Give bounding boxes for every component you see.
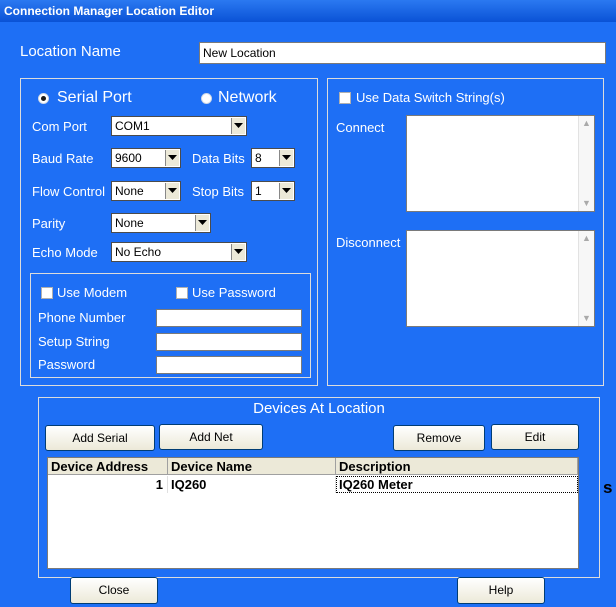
disconnect-label: Disconnect <box>336 235 401 250</box>
add-net-button[interactable]: Add Net <box>159 424 263 450</box>
edit-label: Edit <box>524 430 546 444</box>
add-serial-label: Add Serial <box>72 431 128 445</box>
column-header-description[interactable]: Description <box>336 458 578 475</box>
chevron-down-icon[interactable] <box>279 150 293 166</box>
com-port-value: COM1 <box>115 119 150 133</box>
data-bits-select[interactable]: 8 <box>251 148 295 168</box>
flow-control-select[interactable]: None <box>111 181 181 201</box>
connect-scrollbar[interactable]: ▲ ▼ <box>578 116 594 211</box>
scroll-up-icon[interactable]: ▲ <box>580 117 593 130</box>
use-data-switch-label: Use Data Switch String(s) <box>356 90 505 105</box>
location-name-input[interactable]: New Location <box>199 42 606 64</box>
scroll-down-icon[interactable]: ▼ <box>580 197 593 210</box>
location-name-label: Location Name <box>20 43 121 60</box>
help-label: Help <box>488 583 514 597</box>
connect-textarea[interactable]: ▲ ▼ <box>406 115 595 212</box>
remove-button[interactable]: Remove <box>393 425 485 451</box>
flow-control-label: Flow Control <box>32 184 105 199</box>
baud-rate-select[interactable]: 9600 <box>111 148 181 168</box>
use-modem-label: Use Modem <box>57 285 128 300</box>
close-label: Close <box>98 583 130 597</box>
phone-number-label: Phone Number <box>38 310 126 325</box>
data-bits-label: Data Bits <box>192 151 245 166</box>
edit-button[interactable]: Edit <box>491 424 579 450</box>
parity-value: None <box>115 216 144 230</box>
scroll-down-icon[interactable]: ▼ <box>580 312 593 325</box>
serial-port-radio[interactable] <box>38 93 49 104</box>
password-label: Password <box>38 357 96 372</box>
chevron-down-icon[interactable] <box>165 183 179 199</box>
use-password-label: Use Password <box>192 285 276 300</box>
connect-label: Connect <box>336 120 385 135</box>
chevron-down-icon[interactable] <box>231 244 245 260</box>
com-port-select[interactable]: COM1 <box>111 116 247 136</box>
serial-port-label: Serial Port <box>57 89 132 106</box>
add-serial-button[interactable]: Add Serial <box>45 425 155 451</box>
data-bits-value: 8 <box>255 151 262 165</box>
close-button[interactable]: Close <box>70 577 158 604</box>
cell-description: IQ260 Meter <box>336 476 578 493</box>
network-radio[interactable] <box>201 93 212 104</box>
title-bar: Connection Manager Location Editor <box>0 0 616 22</box>
use-data-switch-checkbox[interactable] <box>339 92 351 104</box>
setup-string-label: Setup String <box>38 334 110 349</box>
use-modem-checkbox[interactable] <box>41 287 53 299</box>
remove-label: Remove <box>416 431 462 445</box>
flow-control-value: None <box>115 184 144 198</box>
com-port-label: Com Port <box>32 119 87 134</box>
phone-number-input[interactable] <box>156 309 302 327</box>
echo-mode-label: Echo Mode <box>32 245 98 260</box>
chevron-down-icon[interactable] <box>279 183 293 199</box>
help-button[interactable]: Help <box>457 577 545 604</box>
disconnect-textarea[interactable]: ▲ ▼ <box>406 230 595 327</box>
echo-mode-select[interactable]: No Echo <box>111 242 247 262</box>
use-password-checkbox[interactable] <box>176 287 188 299</box>
password-input[interactable] <box>156 356 302 374</box>
parity-select[interactable]: None <box>111 213 211 233</box>
disconnect-scrollbar[interactable]: ▲ ▼ <box>578 231 594 326</box>
devices-title: Devices At Location <box>253 400 385 417</box>
devices-table[interactable]: Device Address Device Name Description 1… <box>47 457 579 569</box>
baud-rate-value: 9600 <box>115 151 142 165</box>
network-label: Network <box>218 89 277 106</box>
cell-device-address: 1 <box>48 476 168 493</box>
column-header-device-name[interactable]: Device Name <box>168 458 336 475</box>
parity-label: Parity <box>32 216 66 231</box>
stop-bits-select[interactable]: 1 <box>251 181 295 201</box>
scroll-up-icon[interactable]: ▲ <box>580 232 593 245</box>
location-editor-window: Connection Manager Location Editor Locat… <box>0 0 616 607</box>
stop-bits-label: Stop Bits <box>192 184 245 199</box>
setup-string-input[interactable] <box>156 333 302 351</box>
chevron-down-icon[interactable] <box>195 215 209 231</box>
column-header-device-address[interactable]: Device Address <box>48 458 168 475</box>
echo-mode-value: No Echo <box>115 245 162 259</box>
stop-bits-value: 1 <box>255 184 262 198</box>
background-text-fragment: s <box>603 478 613 497</box>
chevron-down-icon[interactable] <box>165 150 179 166</box>
radio-selected-dot <box>41 96 46 101</box>
chevron-down-icon[interactable] <box>231 118 245 134</box>
add-net-label: Add Net <box>189 430 233 444</box>
baud-rate-label: Baud Rate <box>32 151 94 166</box>
cell-device-name: IQ260 <box>168 476 336 493</box>
